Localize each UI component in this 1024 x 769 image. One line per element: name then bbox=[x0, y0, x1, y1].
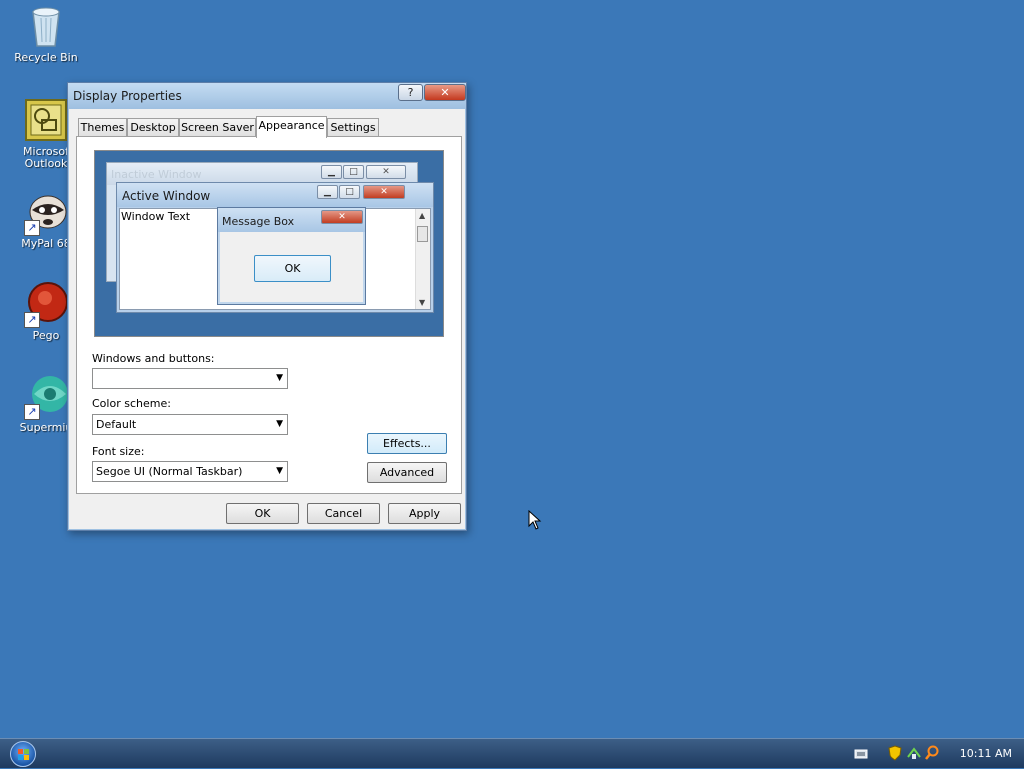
recycle-bin-icon bbox=[24, 4, 68, 48]
system-tray: 10:11 AM bbox=[854, 739, 1024, 769]
minimize-icon: ▁ bbox=[317, 185, 338, 199]
dialog-body: Themes Desktop Screen Saver Appearance S… bbox=[69, 109, 465, 529]
appearance-preview: Inactive Window ▁ □ ✕ Active Window ▁ □ … bbox=[94, 150, 444, 337]
apply-button[interactable]: Apply bbox=[388, 503, 461, 524]
chevron-down-icon: ▼ bbox=[276, 466, 283, 476]
color-scheme-select[interactable]: Default ▼ bbox=[92, 414, 288, 435]
cancel-button[interactable]: Cancel bbox=[307, 503, 380, 524]
close-icon: ✕ bbox=[366, 165, 406, 179]
display-properties-dialog: Display Properties ? ✕ Themes Desktop Sc… bbox=[67, 82, 467, 531]
keyboard-icon[interactable] bbox=[854, 747, 868, 761]
color-scheme-label: Color scheme: bbox=[92, 397, 171, 410]
taskbar-clock[interactable]: 10:11 AM bbox=[960, 747, 1012, 760]
windows-logo-icon bbox=[18, 749, 29, 760]
help-button[interactable]: ? bbox=[398, 84, 423, 101]
active-window-title: Active Window bbox=[122, 189, 211, 203]
recycle-bin-label: Recycle Bin bbox=[14, 51, 78, 64]
shortcut-arrow-icon: ↗ bbox=[24, 404, 40, 420]
font-size-select[interactable]: Segoe UI (Normal Taskbar) ▼ bbox=[92, 461, 288, 482]
windows-buttons-label: Windows and buttons: bbox=[92, 352, 215, 365]
shortcut-arrow-icon: ↗ bbox=[24, 220, 40, 236]
ok-button[interactable]: OK bbox=[226, 503, 299, 524]
maximize-icon: □ bbox=[339, 185, 360, 199]
minimize-icon: ▁ bbox=[321, 165, 342, 179]
scroll-down-icon: ▼ bbox=[419, 298, 426, 307]
taskbar: 10:11 AM bbox=[0, 738, 1024, 768]
preview-scrollbar: ▲ ▼ bbox=[415, 209, 430, 309]
window-text: Window Text bbox=[121, 210, 191, 223]
message-box-ok-button: OK bbox=[254, 255, 331, 282]
mouse-pointer-icon bbox=[528, 509, 542, 533]
close-button[interactable]: ✕ bbox=[424, 84, 466, 101]
preview-active-window: Active Window ▁ □ ✕ Window Text ▲ ▼ Mess… bbox=[116, 182, 434, 313]
preview-message-box: Message Box ✕ OK bbox=[217, 207, 366, 305]
shortcut-arrow-icon: ↗ bbox=[24, 312, 40, 328]
scroll-up-icon: ▲ bbox=[419, 211, 426, 220]
windows-buttons-select[interactable]: ▼ bbox=[92, 368, 288, 389]
pego-icon: ↗ bbox=[24, 282, 68, 328]
close-icon: ✕ bbox=[363, 185, 405, 199]
dialog-titlebar[interactable]: Display Properties ? ✕ bbox=[68, 83, 466, 109]
security-shield-icon[interactable] bbox=[888, 745, 902, 761]
mypal-raccoon-icon: ↗ bbox=[24, 190, 68, 236]
search-icon[interactable] bbox=[924, 745, 940, 761]
advanced-button[interactable]: Advanced bbox=[367, 462, 447, 483]
network-icon[interactable] bbox=[906, 745, 922, 761]
tab-settings[interactable]: Settings bbox=[327, 118, 379, 136]
tab-desktop[interactable]: Desktop bbox=[127, 118, 179, 136]
chevron-down-icon: ▼ bbox=[276, 373, 283, 383]
start-button[interactable] bbox=[10, 741, 36, 767]
appearance-panel: Inactive Window ▁ □ ✕ Active Window ▁ □ … bbox=[76, 136, 462, 494]
close-icon: ✕ bbox=[321, 210, 363, 224]
inactive-window-title: Inactive Window bbox=[111, 168, 202, 181]
message-box-title: Message Box bbox=[222, 215, 295, 228]
dialog-title: Display Properties bbox=[73, 89, 182, 103]
supermium-icon: ↗ bbox=[24, 374, 68, 420]
font-size-label: Font size: bbox=[92, 445, 145, 458]
effects-button[interactable]: Effects... bbox=[367, 433, 447, 454]
tab-appearance[interactable]: Appearance bbox=[256, 116, 327, 138]
tab-screen-saver[interactable]: Screen Saver bbox=[179, 118, 256, 136]
desktop-icon-recycle-bin[interactable]: Recycle Bin bbox=[0, 4, 92, 64]
outlook-icon bbox=[24, 98, 68, 142]
tab-themes[interactable]: Themes bbox=[78, 118, 127, 136]
chevron-down-icon: ▼ bbox=[276, 419, 283, 429]
maximize-icon: □ bbox=[343, 165, 364, 179]
